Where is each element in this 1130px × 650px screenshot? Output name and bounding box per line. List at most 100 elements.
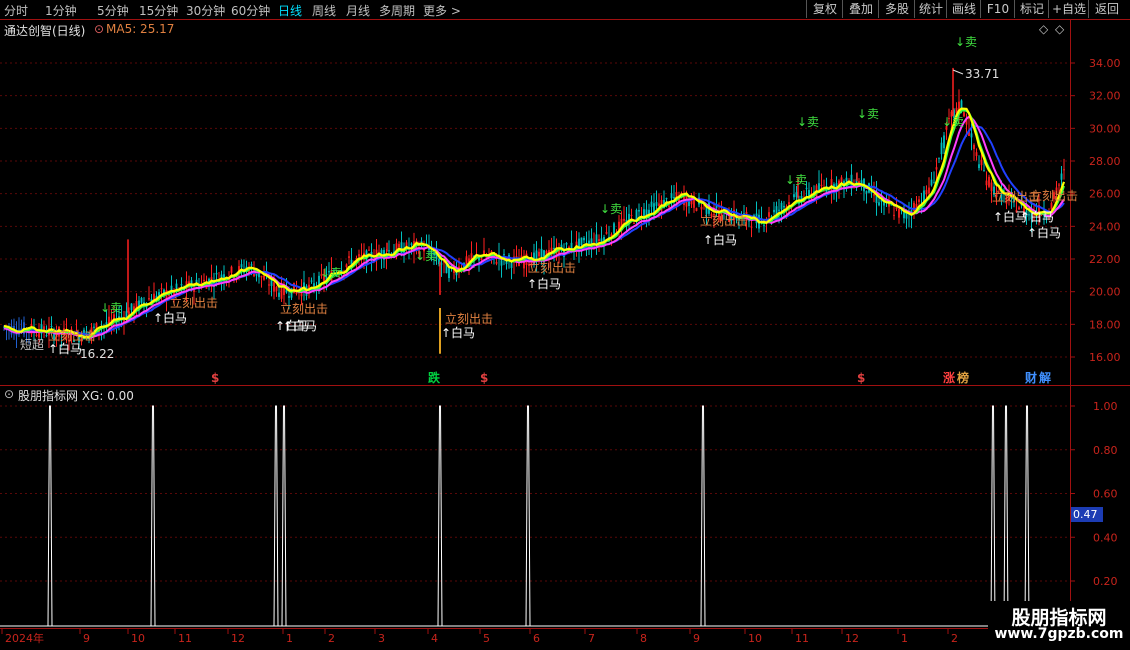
attack-signal: 立刻出击: [170, 295, 218, 310]
candle-body: [623, 218, 625, 221]
time-tick-label: 7: [588, 632, 595, 645]
candle-body: [943, 135, 945, 149]
candle-body: [960, 100, 963, 109]
collapse-icon[interactable]: ⊙: [94, 22, 104, 36]
xg-spike: [150, 405, 156, 627]
candle-body: [893, 214, 895, 216]
watermark-url: www.7gpzb.com: [994, 626, 1124, 642]
time-tick-label: 10: [131, 632, 145, 645]
candle-body: [1058, 184, 1060, 186]
candle-body: [495, 261, 498, 264]
candle-body: [978, 164, 980, 169]
candle-body: [668, 205, 670, 208]
candle-body: [895, 207, 898, 210]
candle-body: [783, 205, 785, 208]
price-tick-label: 16.00: [1089, 351, 1121, 364]
candle-body: [1050, 202, 1053, 210]
sell-signal: ↓卖: [797, 115, 819, 129]
price-tick-label: 34.00: [1089, 57, 1121, 70]
candle-body: [160, 288, 163, 290]
sell-signal: ↓卖: [785, 173, 807, 187]
candle-body: [613, 223, 615, 234]
candle-body: [633, 222, 635, 224]
time-tick-label: 12: [845, 632, 859, 645]
xg-spike: [1003, 405, 1009, 627]
candle-body: [368, 249, 370, 251]
indicator-tick-label: 0.20: [1093, 575, 1118, 588]
candle-body: [1063, 169, 1065, 171]
candle-body: [170, 285, 173, 291]
time-tick-label: 9: [83, 632, 90, 645]
candle-body: [273, 282, 275, 292]
indicator-tick-label: 0.60: [1093, 488, 1118, 501]
chart-canvas[interactable]: ↓卖↓卖↓卖↓卖↓卖↓卖↓卖↓卖↓卖↑白马↑白马↑白马↑白马 ↑白马↑白马↑白马↑…: [0, 0, 1130, 650]
event-mark: 涨: [943, 370, 955, 385]
candle-body: [820, 184, 823, 187]
expand-icon[interactable]: ◇: [1055, 22, 1064, 36]
time-tick-label: 6: [533, 632, 540, 645]
candle-body: [918, 199, 920, 202]
time-tick-label: 12: [231, 632, 245, 645]
sell-signal: ↓卖: [415, 249, 437, 263]
candle-body: [240, 264, 243, 268]
price-tick-label: 26.00: [1089, 188, 1121, 201]
candle-body: [655, 202, 658, 206]
attack-signal: 立刻出击: [1030, 188, 1078, 203]
watermark-logo: 股朋指标网 www.7gpzb.com: [988, 601, 1130, 649]
ma5-label: MA5: 25.17: [106, 22, 175, 36]
candle-body: [580, 237, 583, 246]
xg-spike: [281, 405, 287, 627]
candle-body: [288, 296, 290, 298]
candle-body: [230, 266, 233, 273]
sell-signal: ↓卖: [955, 35, 977, 49]
time-tick-label: 2024年: [5, 631, 44, 645]
price-tick-label: 20.00: [1089, 286, 1121, 299]
candle-body: [793, 194, 795, 198]
xg-spike: [273, 405, 279, 627]
candle-body: [788, 202, 790, 205]
price-tick-label: 32.00: [1089, 90, 1121, 103]
candle-body: [515, 255, 518, 257]
candle-body: [388, 250, 390, 252]
candle-body: [510, 263, 513, 268]
xg-spike: [990, 405, 996, 627]
xg-indicator-spikes: [0, 405, 1070, 627]
candle-body: [358, 254, 360, 257]
candle-body: [933, 182, 935, 184]
sell-signal: ↓卖: [857, 107, 879, 121]
xg-spike: [525, 405, 531, 627]
candle-body: [130, 303, 133, 311]
candle-body: [768, 212, 770, 217]
event-mark: $: [480, 371, 488, 385]
candle-body: [865, 191, 868, 194]
sell-signal: ↓卖: [100, 301, 122, 315]
candle-body: [440, 263, 443, 265]
candle-body: [780, 202, 783, 210]
candle-body: [928, 187, 930, 194]
candle-body: [630, 214, 633, 216]
candle-body: [700, 206, 703, 210]
candle-body: [925, 189, 928, 195]
time-tick-label: 8: [640, 632, 647, 645]
candle-body: [535, 250, 538, 260]
candle-body: [898, 208, 900, 218]
candle-body: [260, 275, 263, 278]
high-price-pointer: [952, 69, 964, 75]
price-tick-label: 22.00: [1089, 253, 1121, 266]
price-tick-label: 24.00: [1089, 220, 1121, 233]
collapse-sub-icon[interactable]: ⊙: [4, 387, 14, 401]
candle-body: [348, 256, 350, 258]
event-mark: $: [857, 371, 865, 385]
white-horse-signal: ↑白马: [527, 276, 561, 291]
xg-spike: [700, 405, 706, 627]
indicator-axis-labels: 1.00 0.80 0.60 0.40 0.20: [1070, 400, 1118, 588]
candle-body: [975, 152, 978, 157]
ma-blue-line: [3, 124, 1065, 337]
white-horse-signal: ↑白马: [153, 310, 187, 325]
diamond-icon[interactable]: ◇: [1039, 22, 1048, 36]
candle-body: [673, 197, 675, 199]
white-horse-signal: ↑白马: [1020, 209, 1054, 224]
time-tick-label: 2: [951, 632, 958, 645]
time-tick-label: 1: [901, 632, 908, 645]
candle-body: [310, 280, 313, 282]
